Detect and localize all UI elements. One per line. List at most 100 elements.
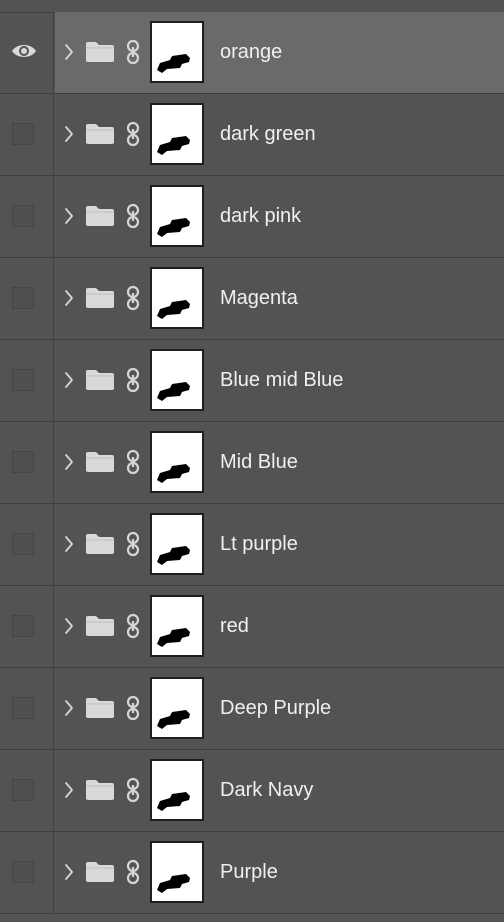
- layer-name: Blue mid Blue: [220, 369, 344, 391]
- folder-icon: [85, 779, 115, 801]
- chevron-right-icon[interactable]: [63, 452, 75, 472]
- layer-row[interactable]: dark green: [0, 94, 504, 176]
- layer-name: Magenta: [220, 287, 298, 309]
- chain-link-icon[interactable]: [125, 121, 141, 147]
- layer-row[interactable]: Mid Blue: [0, 422, 504, 504]
- visibility-toggle[interactable]: [0, 832, 54, 913]
- layer-row[interactable]: Deep Purple: [0, 668, 504, 750]
- layer-name: dark green: [220, 123, 316, 145]
- folder-icon: [85, 123, 115, 145]
- visibility-toggle[interactable]: [0, 504, 54, 585]
- layer-content[interactable]: red: [55, 586, 504, 667]
- visibility-checkbox[interactable]: [12, 123, 34, 145]
- chain-link-icon[interactable]: [125, 531, 141, 557]
- eye-icon[interactable]: [10, 41, 38, 61]
- layer-name: Purple: [220, 861, 278, 883]
- layer-mask-thumbnail[interactable]: [150, 349, 204, 411]
- chain-link-icon[interactable]: [125, 285, 141, 311]
- folder-icon: [85, 615, 115, 637]
- layer-content[interactable]: Lt purple: [55, 504, 504, 585]
- layer-name: dark pink: [220, 205, 302, 227]
- visibility-toggle[interactable]: [0, 176, 54, 257]
- chevron-right-icon[interactable]: [63, 124, 75, 144]
- visibility-toggle[interactable]: [0, 422, 54, 503]
- layer-row[interactable]: Purple: [0, 832, 504, 914]
- folder-icon: [85, 369, 115, 391]
- visibility-toggle[interactable]: [0, 586, 54, 667]
- visibility-checkbox[interactable]: [12, 369, 34, 391]
- layer-name: Mid Blue: [220, 451, 298, 473]
- chevron-right-icon[interactable]: [63, 616, 75, 636]
- visibility-toggle[interactable]: [0, 340, 54, 421]
- chevron-right-icon[interactable]: [63, 288, 75, 308]
- layer-mask-thumbnail[interactable]: [150, 759, 204, 821]
- layer-content[interactable]: Dark Navy: [55, 750, 504, 831]
- layer-name: Lt purple: [220, 533, 298, 555]
- layers-panel: orange dark green dark pink Magenta Blue mid…: [0, 0, 504, 922]
- folder-icon: [85, 451, 115, 473]
- layer-mask-thumbnail[interactable]: [150, 595, 204, 657]
- chain-link-icon[interactable]: [125, 39, 141, 65]
- visibility-checkbox[interactable]: [12, 451, 34, 473]
- layer-content[interactable]: orange: [55, 12, 504, 93]
- layer-row[interactable]: red: [0, 586, 504, 668]
- folder-icon: [85, 287, 115, 309]
- layer-content[interactable]: Blue mid Blue: [55, 340, 504, 421]
- chain-link-icon[interactable]: [125, 449, 141, 475]
- layer-row[interactable]: orange: [0, 12, 504, 94]
- visibility-checkbox[interactable]: [12, 779, 34, 801]
- visibility-toggle[interactable]: [0, 258, 54, 339]
- visibility-checkbox[interactable]: [12, 615, 34, 637]
- visibility-checkbox[interactable]: [12, 205, 34, 227]
- visibility-toggle[interactable]: [0, 668, 54, 749]
- chain-link-icon[interactable]: [125, 367, 141, 393]
- layer-content[interactable]: Mid Blue: [55, 422, 504, 503]
- layer-row[interactable]: Magenta: [0, 258, 504, 340]
- chevron-right-icon[interactable]: [63, 698, 75, 718]
- folder-icon: [85, 533, 115, 555]
- layer-mask-thumbnail[interactable]: [150, 841, 204, 903]
- layer-content[interactable]: Deep Purple: [55, 668, 504, 749]
- chain-link-icon[interactable]: [125, 203, 141, 229]
- visibility-checkbox[interactable]: [12, 287, 34, 309]
- visibility-checkbox[interactable]: [12, 697, 34, 719]
- folder-icon: [85, 41, 115, 63]
- visibility-toggle[interactable]: [0, 750, 54, 831]
- chevron-right-icon[interactable]: [63, 206, 75, 226]
- layer-mask-thumbnail[interactable]: [150, 103, 204, 165]
- layer-name: Deep Purple: [220, 697, 332, 719]
- chain-link-icon[interactable]: [125, 695, 141, 721]
- layer-row[interactable]: dark pink: [0, 176, 504, 258]
- layer-name: red: [220, 615, 249, 637]
- layer-name: orange: [220, 41, 283, 63]
- layer-content[interactable]: dark green: [55, 94, 504, 175]
- chevron-right-icon[interactable]: [63, 534, 75, 554]
- chevron-right-icon[interactable]: [63, 862, 75, 882]
- chain-link-icon[interactable]: [125, 859, 141, 885]
- visibility-toggle[interactable]: [0, 12, 54, 93]
- visibility-checkbox[interactable]: [12, 861, 34, 883]
- chevron-right-icon[interactable]: [63, 780, 75, 800]
- layer-row[interactable]: Blue mid Blue: [0, 340, 504, 422]
- layer-mask-thumbnail[interactable]: [150, 513, 204, 575]
- chevron-right-icon[interactable]: [63, 370, 75, 390]
- layer-mask-thumbnail[interactable]: [150, 267, 204, 329]
- layer-name: Dark Navy: [220, 779, 314, 801]
- layer-content[interactable]: Magenta: [55, 258, 504, 339]
- layer-mask-thumbnail[interactable]: [150, 185, 204, 247]
- folder-icon: [85, 697, 115, 719]
- layer-mask-thumbnail[interactable]: [150, 677, 204, 739]
- visibility-toggle[interactable]: [0, 94, 54, 175]
- folder-icon: [85, 205, 115, 227]
- chevron-right-icon[interactable]: [63, 42, 75, 62]
- chain-link-icon[interactable]: [125, 613, 141, 639]
- layer-mask-thumbnail[interactable]: [150, 21, 204, 83]
- layer-row[interactable]: Lt purple: [0, 504, 504, 586]
- layer-mask-thumbnail[interactable]: [150, 431, 204, 493]
- layer-content[interactable]: dark pink: [55, 176, 504, 257]
- layer-row[interactable]: Dark Navy: [0, 750, 504, 832]
- chain-link-icon[interactable]: [125, 777, 141, 803]
- folder-icon: [85, 861, 115, 883]
- layer-content[interactable]: Purple: [55, 832, 504, 913]
- visibility-checkbox[interactable]: [12, 533, 34, 555]
